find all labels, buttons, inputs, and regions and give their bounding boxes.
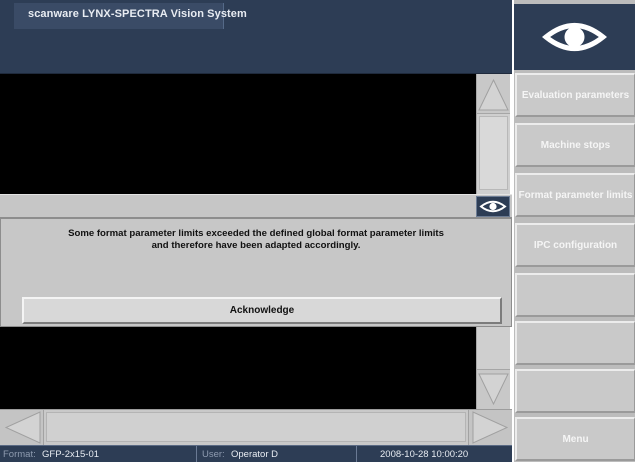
arrow-left-icon [4,411,41,444]
scroll-right-button[interactable] [468,410,512,445]
user-label: User: [202,449,225,460]
dialog-message-line-1: Some format parameter limits exceeded th… [68,228,444,239]
vertical-scroll-thumb[interactable] [479,116,508,190]
scroll-down-button[interactable] [477,369,510,409]
arrow-right-icon [472,411,509,444]
dialog-message-line-2: and therefore have been adapted accordin… [151,240,361,251]
format-parameter-limits-button[interactable]: Format parameter limits [515,173,635,217]
status-divider [196,446,197,462]
image-viewport-upper[interactable] [0,74,476,194]
side-button-blank-1[interactable] [515,273,635,317]
arrow-down-icon [478,373,509,406]
scroll-left-button[interactable] [0,410,44,445]
datetime-value: 2008-10-28 10:00:20 [380,449,469,460]
arrow-up-icon [478,78,509,111]
evaluation-parameters-button[interactable]: Evaluation parameters [515,73,635,117]
format-value: GFP-2x15-01 [42,449,100,460]
eye-logo-icon [514,4,635,70]
dialog-message: Some format parameter limits exceeded th… [30,228,482,252]
side-button-blank-2[interactable] [515,321,635,365]
window-title: scanware LYNX-SPECTRA Vision System [28,8,247,20]
ipc-configuration-button[interactable]: IPC configuration [515,223,635,267]
toolbar [0,40,512,74]
dialog-header [0,194,512,218]
user-value: Operator D [231,449,278,460]
format-label: Format: [3,449,36,460]
horizontal-scroll-thumb[interactable] [46,412,466,442]
scroll-up-button[interactable] [477,74,510,114]
acknowledge-button[interactable]: Acknowledge [22,297,502,324]
image-viewport-lower[interactable] [0,327,476,409]
menu-button[interactable]: Menu [515,417,635,461]
status-divider [356,446,357,462]
eye-small-icon [476,196,510,217]
side-button-blank-3[interactable] [515,369,635,413]
machine-stops-button[interactable]: Machine stops [515,123,635,167]
